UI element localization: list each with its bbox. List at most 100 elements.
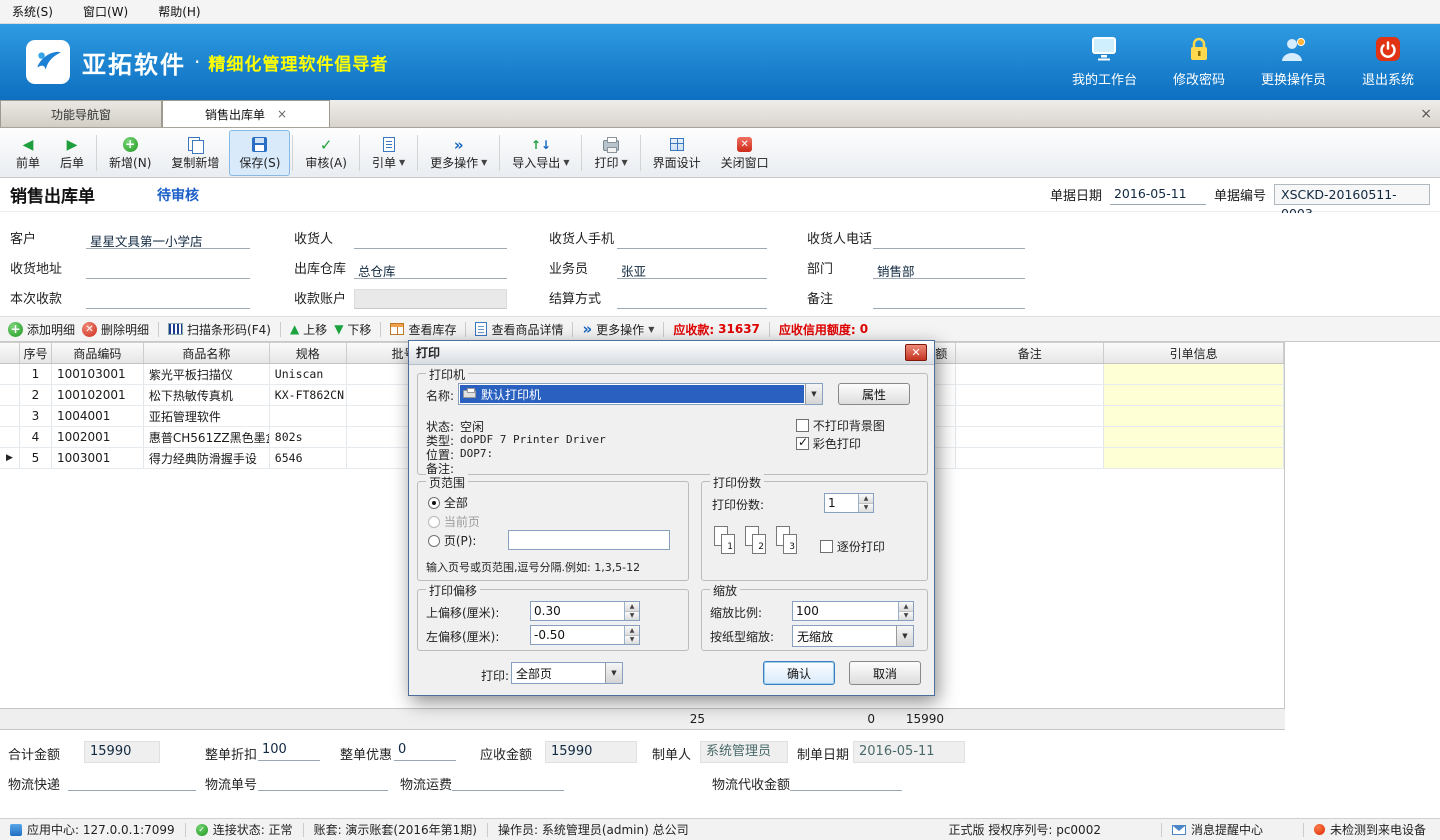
printer-type-value: doPDF 7 Printer Driver: [460, 433, 606, 446]
print-dialog: 打印 ✕ 打印机 名称: 默认打印机 ▼ 属性 状态: 空闲 类型: doPDF…: [408, 340, 935, 696]
dropdown-button[interactable]: ▼: [605, 663, 622, 683]
salesman-field[interactable]: 张亚: [617, 259, 767, 279]
promo-field[interactable]: 0: [394, 741, 456, 761]
next-doc-button[interactable]: ▶ 后单: [50, 130, 94, 176]
no-background-checkbox[interactable]: 不打印背景图: [796, 417, 885, 434]
detail-more-actions-button[interactable]: » 更多操作 ▼: [582, 321, 654, 338]
radio-selected-icon: [428, 497, 440, 509]
address-field[interactable]: [86, 259, 250, 279]
department-field[interactable]: 销售部: [873, 259, 1025, 279]
scan-barcode-button[interactable]: 扫描条形码(F4): [168, 321, 271, 338]
move-up-button[interactable]: ▲ 上移: [290, 321, 327, 338]
stepper-buttons[interactable]: ▲▼: [624, 602, 639, 620]
consignee-phone-field[interactable]: [873, 229, 1025, 249]
paper-zoom-select[interactable]: 无缩放 ▼: [792, 625, 914, 647]
my-workbench-button[interactable]: 我的工作台: [1072, 36, 1137, 88]
col-code[interactable]: 商品编码: [52, 343, 144, 363]
cod-amount-field[interactable]: [790, 771, 902, 791]
left-offset-stepper[interactable]: -0.50 ▲▼: [530, 625, 640, 645]
print-button[interactable]: 打印▼: [584, 130, 637, 176]
tab-nav-label: 功能导航窗: [51, 106, 111, 123]
menu-system[interactable]: 系统(S): [12, 3, 53, 20]
audit-button[interactable]: ✓ 审核(A): [295, 130, 357, 176]
printer-select[interactable]: 默认打印机 ▼: [458, 383, 823, 405]
settlement-field[interactable]: [617, 289, 767, 309]
exit-system-button[interactable]: 退出系统: [1362, 36, 1414, 88]
status-bar: 应用中心: 127.0.0.1:7099 ✓ 连接状态: 正常 账套: 演示账套…: [0, 818, 1440, 840]
top-offset-stepper[interactable]: 0.30 ▲▼: [530, 601, 640, 621]
save-button[interactable]: 保存(S): [229, 130, 290, 176]
printer-properties-button[interactable]: 属性: [838, 383, 910, 405]
dialog-close-icon[interactable]: ✕: [905, 344, 927, 361]
add-detail-button[interactable]: + 添加明细: [8, 321, 75, 338]
stepper-down-icon: ▼: [899, 612, 913, 621]
cancel-button[interactable]: 取消: [849, 661, 921, 685]
more-actions-button[interactable]: » 更多操作▼: [420, 130, 497, 176]
change-password-button[interactable]: 修改密码: [1173, 36, 1225, 88]
col-no[interactable]: 序号: [20, 343, 52, 363]
collate-pages-icon: 1 2 3: [714, 526, 799, 556]
col-remark[interactable]: 备注: [956, 343, 1104, 363]
cod-amount-label: 物流代收金额: [712, 774, 790, 793]
move-down-button[interactable]: ▼ 下移: [334, 321, 371, 338]
stepper-buttons[interactable]: ▲▼: [898, 602, 913, 620]
payment-field[interactable]: [86, 289, 250, 309]
ok-button[interactable]: 确认: [763, 661, 835, 685]
tab-doc-label: 销售出库单: [205, 106, 265, 123]
tab-close-icon[interactable]: ×: [277, 107, 287, 121]
dropdown-button[interactable]: ▼: [805, 384, 822, 404]
brand-slogan: 精细化管理软件倡导者: [208, 50, 388, 75]
ui-design-button[interactable]: 界面设计: [643, 130, 711, 176]
print-target-select[interactable]: 全部页 ▼: [511, 662, 623, 684]
discount-field[interactable]: 100: [258, 741, 320, 761]
tab-sales-outbound[interactable]: 销售出库单 ×: [162, 100, 330, 127]
collate-checkbox[interactable]: 逐份打印: [820, 538, 885, 555]
doc-no-field[interactable]: XSCKD-20160511-0003: [1274, 184, 1430, 205]
col-name[interactable]: 商品名称: [144, 343, 270, 363]
switch-operator-button[interactable]: 更换操作员: [1261, 36, 1326, 88]
col-ref[interactable]: 引单信息: [1104, 343, 1284, 363]
toolbar-separator: [417, 135, 418, 171]
page-range-input[interactable]: [508, 530, 670, 550]
customer-field[interactable]: 星星文具第一小学店: [86, 229, 250, 249]
dropdown-button[interactable]: ▼: [896, 626, 913, 646]
cell-ref: [1104, 364, 1284, 384]
doc-date-field[interactable]: 2016-05-11: [1110, 185, 1206, 205]
copies-group-legend: 打印份数: [710, 474, 764, 491]
warehouse-field[interactable]: 总仓库: [354, 259, 507, 279]
import-export-button[interactable]: ↑↓ 导入导出▼: [502, 130, 579, 176]
consignee-field[interactable]: [354, 229, 507, 249]
range-pages-label: 页(P):: [444, 534, 477, 548]
remark-field[interactable]: [873, 289, 1025, 309]
zoom-ratio-stepper[interactable]: 100 ▲▼: [792, 601, 914, 621]
tracking-no-field[interactable]: [258, 771, 388, 791]
cell-no: 5: [20, 448, 52, 468]
stepper-buttons[interactable]: ▲▼: [858, 494, 873, 512]
menu-help[interactable]: 帮助(H): [158, 3, 200, 20]
range-pages-radio[interactable]: 页(P):: [428, 532, 476, 549]
message-center-button[interactable]: 消息提醒中心: [1172, 821, 1263, 838]
prev-doc-label: 前单: [16, 156, 40, 170]
print-offset-group: 打印偏移 上偏移(厘米): 0.30 ▲▼ 左偏移(厘米): -0.50 ▲▼: [417, 589, 689, 651]
express-field[interactable]: [68, 771, 196, 791]
consignee-mobile-field[interactable]: [617, 229, 767, 249]
view-stock-button[interactable]: 查看库存: [390, 321, 456, 338]
toolbar-separator: [640, 135, 641, 171]
tab-nav-panel[interactable]: 功能导航窗: [0, 100, 162, 127]
prev-doc-button[interactable]: ◀ 前单: [6, 130, 50, 176]
delete-detail-button[interactable]: ✕ 删除明细: [82, 321, 149, 338]
divider: [280, 322, 281, 337]
close-window-button[interactable]: ✕ 关闭窗口: [711, 130, 779, 176]
color-print-checkbox[interactable]: 彩色打印: [796, 435, 861, 452]
new-button[interactable]: + 新增(N): [99, 130, 161, 176]
menu-window[interactable]: 窗口(W): [83, 3, 128, 20]
view-product-detail-button[interactable]: 查看商品详情: [475, 321, 563, 338]
range-all-radio[interactable]: 全部: [428, 494, 468, 511]
copy-new-button[interactable]: 复制新增: [161, 130, 229, 176]
stepper-buttons[interactable]: ▲▼: [624, 626, 639, 644]
pull-doc-button[interactable]: 引单▼: [362, 130, 415, 176]
tabstrip-close-icon[interactable]: ×: [1420, 106, 1432, 122]
col-spec[interactable]: 规格: [270, 343, 347, 363]
copies-stepper[interactable]: 1 ▲▼: [824, 493, 874, 513]
freight-field[interactable]: [452, 771, 564, 791]
